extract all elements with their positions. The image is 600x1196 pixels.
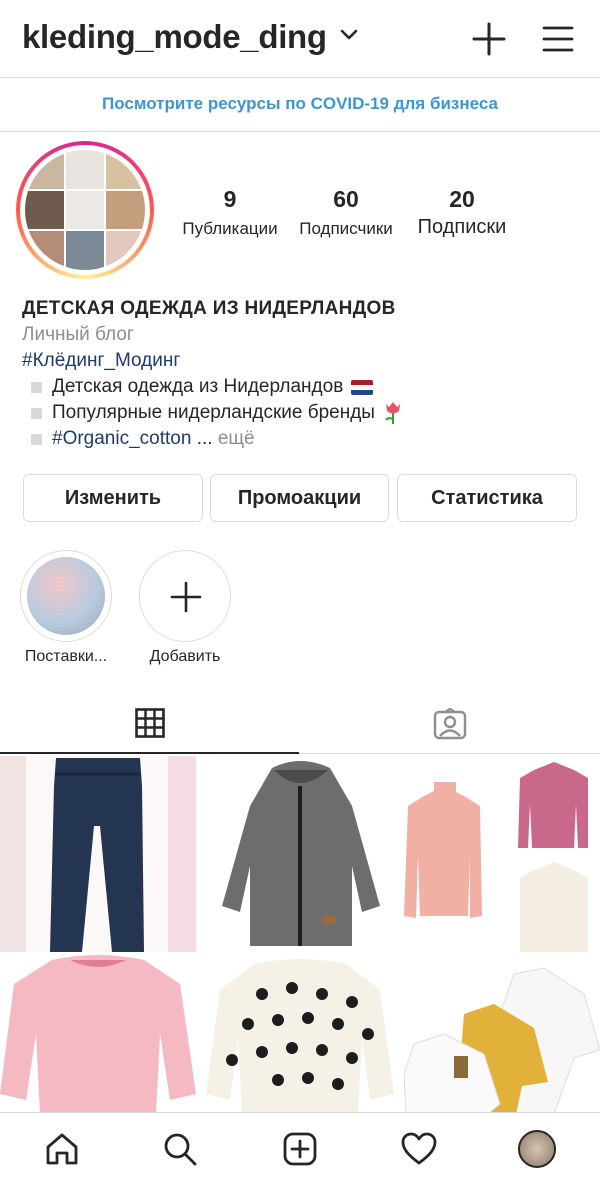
stat-followers[interactable]: 60 Подписчики xyxy=(292,186,400,239)
promotions-button[interactable]: Промоакции xyxy=(210,474,389,522)
bio-hashtag[interactable]: #Клёдинг_Модинг xyxy=(22,348,582,374)
add-highlight[interactable]: Добавить xyxy=(139,550,231,666)
edit-profile-button[interactable]: Изменить xyxy=(23,474,203,522)
post-image-polka-dot-sweater xyxy=(206,959,394,1114)
profile-name: ДЕТСКАЯ ОДЕЖДА ИЗ НИДЕРЛАНДОВ xyxy=(22,298,396,319)
profile-category: Личный блог xyxy=(22,324,134,345)
highlight-label: Поставки... xyxy=(24,648,108,665)
bullet-square-icon xyxy=(31,381,42,393)
bio-more-link[interactable]: ещё xyxy=(218,426,255,452)
bio-line-2-text: Популярные нидерландские бренды xyxy=(52,402,375,423)
insights-button[interactable]: Статистика xyxy=(397,474,577,522)
bio-ellipsis: ... xyxy=(191,428,218,449)
profile-username[interactable]: kleding_mode_ding xyxy=(22,18,327,56)
story-highlight[interactable]: Поставки... xyxy=(20,550,112,666)
stat-posts-count: 9 xyxy=(223,186,237,212)
menu-icon[interactable] xyxy=(542,24,574,54)
activity-heart-icon[interactable] xyxy=(400,1131,438,1167)
tulip-icon xyxy=(385,402,400,424)
bio-organic-cotton-hashtag[interactable]: #Organic_cotton xyxy=(52,426,191,452)
stat-posts[interactable]: 9 Публикации xyxy=(180,186,280,239)
search-icon[interactable] xyxy=(162,1131,198,1167)
stat-following[interactable]: 20 Подписки xyxy=(410,186,514,239)
bio-line-3: #Organic_cotton ... ещё xyxy=(22,426,582,452)
post-image-turtlenecks xyxy=(404,762,588,952)
active-tab-indicator xyxy=(0,752,299,754)
avatar-image xyxy=(25,150,145,270)
bullet-square-icon xyxy=(31,433,42,445)
profile-tabs xyxy=(0,694,600,754)
bio-line-2: Популярные нидерландские бренды xyxy=(22,400,582,426)
post-image-hoodie xyxy=(222,761,380,946)
plus-icon xyxy=(170,581,202,613)
post-thumbnail[interactable] xyxy=(0,756,196,952)
profile-bio: ДЕТСКАЯ ОДЕЖДА ИЗ НИДЕРЛАНДОВ Личный бло… xyxy=(22,296,582,452)
highlight-thumbnail xyxy=(27,557,105,635)
stat-following-count: 20 xyxy=(449,186,475,212)
stat-following-label: Подписки xyxy=(417,216,507,238)
profile-avatar-nav-icon[interactable] xyxy=(518,1130,556,1168)
home-icon[interactable] xyxy=(44,1131,80,1167)
new-post-icon[interactable] xyxy=(472,22,506,56)
create-post-icon[interactable] xyxy=(282,1131,318,1167)
bio-line-1: Детская одежда из Нидерландов xyxy=(22,374,582,400)
profile-avatar[interactable] xyxy=(16,141,154,279)
top-bar: kleding_mode_ding xyxy=(0,0,600,78)
post-image-trousers xyxy=(0,756,196,952)
stat-posts-label: Публикации xyxy=(182,219,278,238)
tagged-photos-icon[interactable] xyxy=(433,708,467,740)
bio-line-1-text: Детская одежда из Нидерландов xyxy=(52,376,344,397)
post-image-bodysuits xyxy=(404,967,600,1115)
post-image-pink-sweater xyxy=(0,955,196,1114)
add-highlight-label: Добавить xyxy=(149,648,221,665)
grid-icon[interactable] xyxy=(135,708,165,738)
bottom-navigation xyxy=(0,1112,600,1196)
chevron-down-icon[interactable] xyxy=(340,28,358,42)
post-thumbnail[interactable] xyxy=(404,756,600,952)
post-thumbnail[interactable] xyxy=(202,756,398,952)
bullet-square-icon xyxy=(31,407,42,419)
covid-resources-link[interactable]: Посмотрите ресурсы по COVID-19 для бизне… xyxy=(0,78,600,132)
netherlands-flag-icon xyxy=(351,379,374,395)
stat-followers-label: Подписчики xyxy=(299,219,393,238)
stat-followers-count: 60 xyxy=(333,186,359,212)
